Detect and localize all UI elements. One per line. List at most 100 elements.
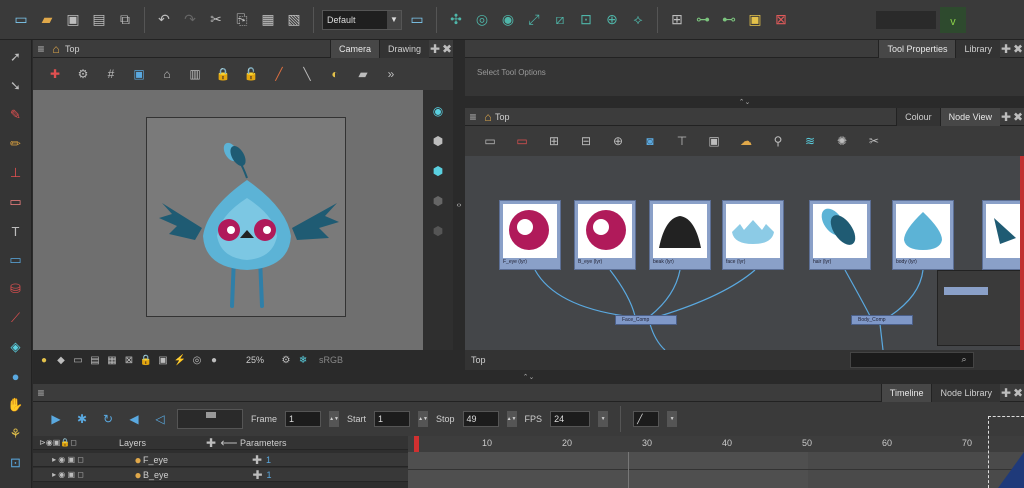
node-hair[interactable]: hair (lyr) xyxy=(809,200,871,270)
sphere-icon[interactable]: ● xyxy=(207,353,221,367)
tab-colour[interactable]: Colour xyxy=(896,107,940,126)
bone-icon[interactable]: ⊠ xyxy=(770,9,792,31)
interpolation-dropdown[interactable]: ▼ xyxy=(667,411,678,427)
fps-dropdown[interactable]: ▼ xyxy=(598,411,609,427)
layer-name[interactable]: F_eye xyxy=(143,455,168,465)
camera-stage[interactable] xyxy=(33,90,423,350)
eye-icon[interactable]: ◎ xyxy=(190,353,204,367)
undo-icon[interactable]: ↶ xyxy=(153,9,175,31)
close-panel-icon[interactable]: ✖ xyxy=(1012,40,1024,58)
animate-icon[interactable]: ✣ xyxy=(445,9,467,31)
frame-field[interactable]: 1 xyxy=(285,411,322,427)
tab-node-view[interactable]: Node View xyxy=(939,107,1000,126)
draw-line-icon[interactable]: ╱ xyxy=(269,64,289,84)
workspace-icon[interactable]: ▭ xyxy=(406,9,428,31)
timeline-ruler[interactable]: 10 20 30 40 50 60 70 xyxy=(408,436,1024,452)
skew-icon[interactable]: ⧄ xyxy=(549,9,571,31)
brush-tool-icon[interactable]: ✎ xyxy=(6,106,26,124)
copy-icon[interactable]: ⎘ xyxy=(231,9,253,31)
frame-stepper[interactable]: ▲▼ xyxy=(329,411,340,427)
playback-speed-slider[interactable] xyxy=(177,409,243,429)
maintain-size-icon[interactable]: ⊡ xyxy=(575,9,597,31)
paste-special-icon[interactable]: ▧ xyxy=(283,9,305,31)
node-wings[interactable] xyxy=(982,200,1024,270)
panel-menu-icon[interactable]: ≡ xyxy=(465,108,481,126)
color-wheel-icon[interactable]: ⚙ xyxy=(279,353,293,367)
tab-drawing[interactable]: Drawing xyxy=(378,39,429,58)
gear-icon[interactable]: ⚙ xyxy=(73,64,93,84)
group-icon[interactable]: ⊞ xyxy=(543,131,565,151)
grid-icon[interactable]: # xyxy=(101,64,121,84)
tools-icon[interactable]: ✂ xyxy=(863,131,885,151)
add-view-icon[interactable]: ✚ xyxy=(429,40,441,58)
rotate-icon[interactable]: ◉ xyxy=(497,9,519,31)
timeline-tracks[interactable] xyxy=(408,416,1024,488)
tab-timeline[interactable]: Timeline xyxy=(880,383,932,402)
more-icon[interactable]: » xyxy=(381,64,401,84)
eraser-tool-icon[interactable]: ▭ xyxy=(6,193,26,211)
add-view-icon[interactable]: ✚ xyxy=(1000,40,1012,58)
horizontal-splitter-bottom[interactable]: ⌃⌄ xyxy=(33,370,1024,384)
cloud-icon[interactable]: ☁ xyxy=(735,131,757,151)
reposition-icon[interactable]: ⟡ xyxy=(627,9,649,31)
interpolation-select[interactable]: ╱ xyxy=(633,411,660,427)
safe-area-icon[interactable]: ▤ xyxy=(88,353,102,367)
panel-menu-icon[interactable]: ≡ xyxy=(33,40,49,58)
zoom-level[interactable]: 25% xyxy=(246,355,264,365)
display-icon[interactable]: ▣ xyxy=(703,131,725,151)
dropper-tool-icon[interactable]: ⟋ xyxy=(6,309,26,327)
puck-icon[interactable]: ◆ xyxy=(54,353,68,367)
bulb-icon[interactable]: ◐ xyxy=(325,64,345,84)
lock-icon[interactable]: 🔒 xyxy=(213,64,233,84)
layer-toggles-icon[interactable]: ⊳◉▣🔒◻ xyxy=(33,434,83,452)
tab-camera[interactable]: Camera xyxy=(329,39,379,58)
scale-icon[interactable]: ⤢ xyxy=(523,9,545,31)
cube-icon[interactable]: ⬢ xyxy=(429,132,447,150)
new-scene-icon[interactable]: ▭ xyxy=(10,9,32,31)
layer-name[interactable]: B_eye xyxy=(143,470,169,480)
stamp-tool-icon[interactable]: ⊥ xyxy=(6,164,26,182)
ruler-icon[interactable]: ╲ xyxy=(297,64,317,84)
select-icon[interactable]: ▣ xyxy=(744,9,766,31)
glow-icon[interactable]: ✺ xyxy=(831,131,853,151)
render-icon[interactable]: ▰ xyxy=(353,64,373,84)
cut-icon[interactable]: ✂ xyxy=(205,9,227,31)
hand-tool-icon[interactable]: ✋ xyxy=(6,396,26,414)
layer-row[interactable]: ▸ ◉ ▣ ◻ ● B_eye ✚ 1 xyxy=(33,468,408,482)
horizontal-splitter[interactable]: ⌃⌄ xyxy=(465,96,1024,108)
reset-icon[interactable]: ⊷ xyxy=(718,9,740,31)
deform-tool-icon[interactable]: ⊡ xyxy=(6,454,26,472)
lock-icon[interactable]: 🔒 xyxy=(139,353,153,367)
deformer-icon[interactable]: ⊶ xyxy=(692,9,714,31)
pencil-tool-icon[interactable]: ✏ xyxy=(6,135,26,153)
add-view-icon[interactable]: ✚ xyxy=(1000,384,1012,402)
close-panel-icon[interactable]: ✖ xyxy=(441,40,453,58)
camera-mask-icon[interactable]: ▣ xyxy=(129,64,149,84)
play-icon[interactable]: ▶ xyxy=(47,410,65,428)
save-icon[interactable]: ▣ xyxy=(62,9,84,31)
chevron-down-icon[interactable]: ▼ xyxy=(387,10,401,29)
fps-field[interactable]: 24 xyxy=(550,411,591,427)
node-face[interactable]: face (lyr) xyxy=(722,200,784,270)
tab-tool-properties[interactable]: Tool Properties xyxy=(878,39,956,58)
add-drawing-icon[interactable]: ✚ xyxy=(45,64,65,84)
node-beak[interactable]: beak (lyr) xyxy=(649,200,711,270)
close-panel-icon[interactable]: ✖ xyxy=(1012,108,1024,126)
add-view-icon[interactable]: ✚ xyxy=(1000,108,1012,126)
backdrop-icon[interactable]: ▭ xyxy=(479,131,501,151)
face-comp-node[interactable]: Face_Comp xyxy=(615,315,677,325)
unlock-icon[interactable]: 🔓 xyxy=(241,64,261,84)
enter-group-icon[interactable]: ⊕ xyxy=(607,131,629,151)
peg-node-icon[interactable]: ▭ xyxy=(511,131,533,151)
effect-icon[interactable]: ⚲ xyxy=(767,131,789,151)
node-search-input[interactable]: ⌕ xyxy=(850,352,974,368)
home-icon[interactable]: ⌂ xyxy=(49,40,63,58)
node-navigator[interactable] xyxy=(937,270,1021,346)
open-icon[interactable]: ▰ xyxy=(36,9,58,31)
peg-icon[interactable]: ⊞ xyxy=(666,9,688,31)
cube-disabled-icon[interactable]: ⬢ xyxy=(429,222,447,240)
vertical-splitter[interactable]: ‹› xyxy=(453,40,465,370)
cutter-icon[interactable]: ≋ xyxy=(799,131,821,151)
workspace-preset-select[interactable]: Default ▼ xyxy=(322,9,402,30)
node-b-eye[interactable]: B_eye (lyr) xyxy=(574,200,636,270)
